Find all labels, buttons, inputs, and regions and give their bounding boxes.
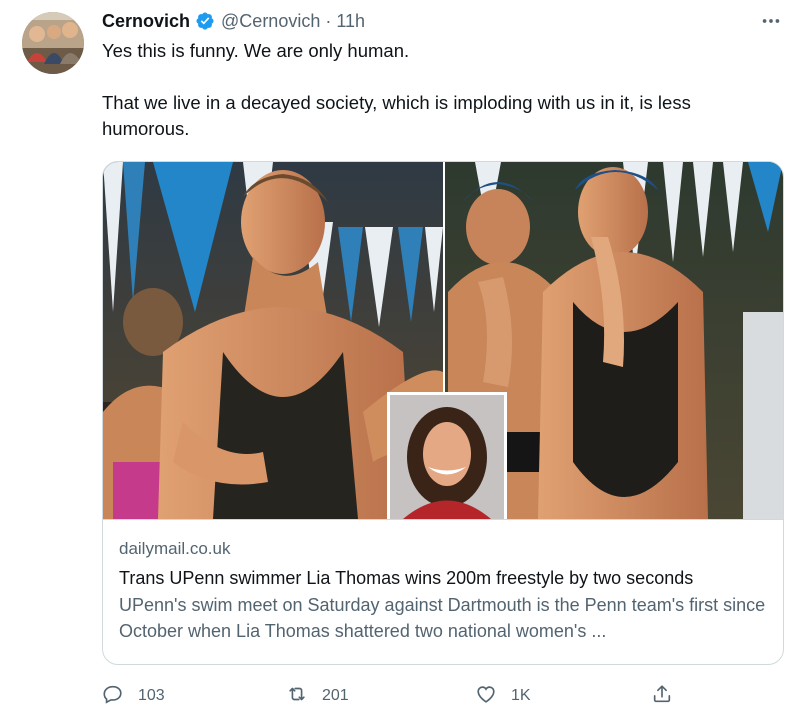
verified-badge-icon bbox=[195, 11, 215, 31]
tweet-timestamp[interactable]: 11h bbox=[336, 11, 365, 32]
like-button[interactable]: 1K bbox=[475, 682, 531, 710]
retweet-button[interactable]: 201 bbox=[286, 682, 349, 710]
share-icon bbox=[651, 683, 673, 710]
tweet[interactable]: Cernovich @Cernovich · 11h Yes this is f… bbox=[0, 0, 807, 726]
card-domain: dailymail.co.uk bbox=[119, 539, 231, 558]
card-image[interactable] bbox=[103, 162, 783, 519]
like-count: 1K bbox=[511, 687, 531, 704]
heart-icon bbox=[475, 683, 497, 710]
tweet-header: Cernovich @Cernovich · 11h bbox=[102, 8, 365, 34]
retweet-count: 201 bbox=[322, 687, 349, 704]
link-card[interactable]: dailymail.co.uk Trans UPenn swimmer Lia … bbox=[102, 161, 784, 665]
more-options-icon[interactable] bbox=[757, 8, 785, 34]
reply-button[interactable]: 103 bbox=[102, 682, 165, 710]
author-handle[interactable]: @Cernovich bbox=[221, 11, 320, 32]
tweet-paragraph: Yes this is funny. We are only human. bbox=[102, 40, 410, 61]
card-description: UPenn's swim meet on Saturday against Da… bbox=[119, 595, 766, 641]
avatar[interactable] bbox=[22, 12, 84, 74]
retweet-icon bbox=[286, 683, 308, 710]
author-name[interactable]: Cernovich bbox=[102, 11, 190, 32]
card-photo-collage bbox=[103, 162, 783, 519]
tweet-paragraph: That we live in a decayed society, which… bbox=[102, 92, 691, 139]
separator-dot: · bbox=[325, 10, 332, 31]
card-title[interactable]: Trans UPenn swimmer Lia Thomas wins 200m… bbox=[119, 565, 767, 591]
avatar-photo bbox=[22, 12, 84, 74]
inset-portrait bbox=[387, 392, 507, 519]
card-meta[interactable]: dailymail.co.uk Trans UPenn swimmer Lia … bbox=[103, 519, 783, 664]
tweet-actions: 103 201 1K bbox=[102, 682, 682, 710]
share-button[interactable] bbox=[651, 682, 673, 710]
tweet-text: Yes this is funny. We are only human. Th… bbox=[102, 38, 782, 142]
reply-icon bbox=[102, 683, 124, 710]
reply-count: 103 bbox=[138, 687, 165, 704]
